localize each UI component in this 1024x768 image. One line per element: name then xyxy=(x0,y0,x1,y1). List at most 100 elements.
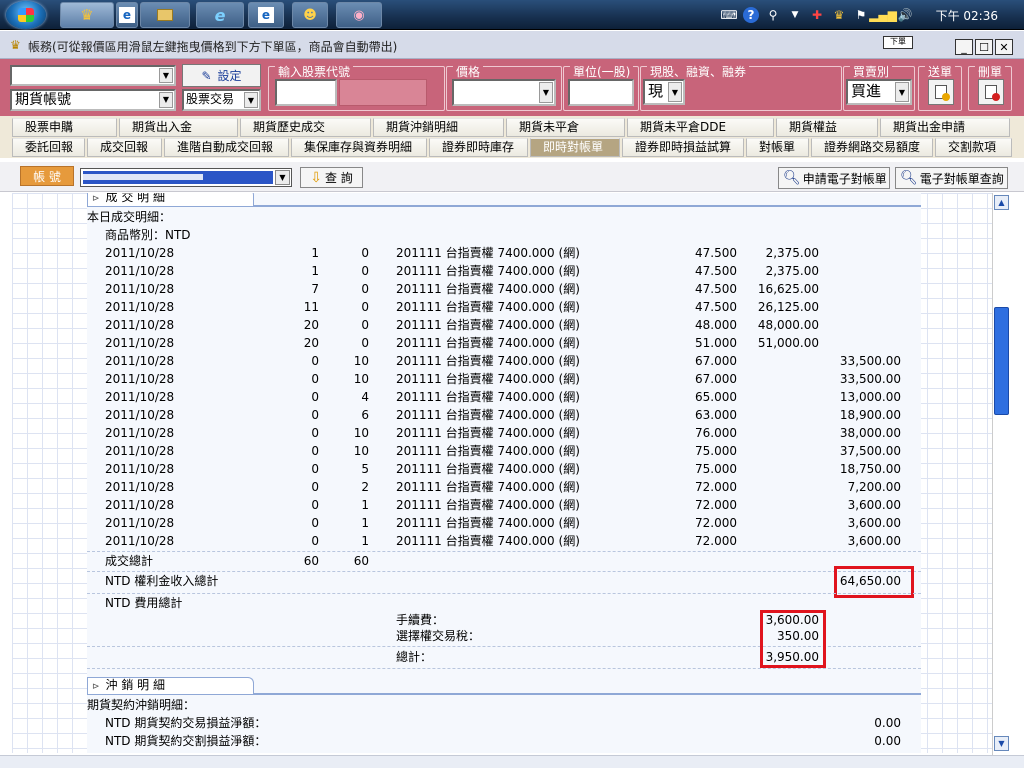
tab-row1-2[interactable]: 期貨出入金 xyxy=(119,118,238,137)
taskbar-folder[interactable] xyxy=(140,2,190,28)
sum-label: 總計： xyxy=(396,650,433,664)
futures-account-select[interactable]: 期貨帳號 ▼ xyxy=(10,89,176,111)
cell-sell: 10 xyxy=(353,444,369,458)
cell-sell: 2 xyxy=(361,480,369,494)
cell-recv: 3,600.00 xyxy=(847,516,901,530)
tab-row2-2[interactable]: 成交回報 xyxy=(87,138,162,157)
clock[interactable]: 下午 02:36 xyxy=(936,7,998,24)
scroll-up-icon[interactable]: ▲ xyxy=(994,195,1009,210)
scroll-down-icon[interactable]: ▼ xyxy=(994,736,1009,751)
tab-row2-5[interactable]: 證券即時庫存 xyxy=(429,138,528,157)
mini-order-icon[interactable]: 下單 xyxy=(883,36,913,49)
keyboard-icon[interactable]: ⌨ xyxy=(720,7,737,23)
tab-row1-7[interactable]: 期貨權益 xyxy=(776,118,878,137)
tab-row1-4[interactable]: 期貨沖銷明細 xyxy=(373,118,504,137)
account-combo-selected xyxy=(83,171,273,184)
unit-input[interactable] xyxy=(568,79,634,106)
cell-date: 2011/10/28 xyxy=(105,408,175,422)
scroll-thumb[interactable] xyxy=(994,307,1009,415)
stock-code-input[interactable] xyxy=(275,79,337,106)
taskbar-ie-2[interactable]: e xyxy=(196,2,244,28)
table-row: 2011/10/28 0 6 201111 台指賣權 7400.000 (網) 63.0… xyxy=(87,406,921,424)
apply-e-statement-label: 申請電子對帳單 xyxy=(802,171,887,186)
cell-date: 2011/10/28 xyxy=(105,516,175,530)
trades-section-tab[interactable]: ⊳ 成 交 明 細 xyxy=(87,193,254,206)
cell-recv: 3,600.00 xyxy=(847,534,901,548)
flag-icon[interactable]: ⚑ xyxy=(853,7,869,23)
tab-row2-3[interactable]: 進階自動成交回報 xyxy=(164,138,289,157)
table-row: 2011/10/28 20 0 201111 台指賣權 7400.000 (網) 51.… xyxy=(87,334,921,352)
tab-row1-5[interactable]: 期貨未平倉 xyxy=(506,118,625,137)
search-icon: 🔍︎ xyxy=(900,170,918,186)
cell-date: 2011/10/28 xyxy=(105,318,175,332)
vertical-scrollbar[interactable]: ▲ ▼ xyxy=(992,193,1010,755)
statement-content[interactable]: ⊳ 成 交 明 細 本日成交明細： 商品幣別：NTD 2011/10/28 1 0 20… xyxy=(12,193,992,753)
dropdown-icon[interactable]: ▼ xyxy=(787,7,803,23)
trades-section-title: 成 交 明 細 xyxy=(105,193,165,204)
tab-row2-1[interactable]: 委託回報 xyxy=(12,138,85,157)
close-button[interactable]: ✕ xyxy=(995,39,1013,55)
trade-type-select[interactable]: 股票交易 ▼ xyxy=(182,89,261,111)
crown-icon: ♛ xyxy=(10,38,21,52)
table-row: 2011/10/28 0 10 201111 台指賣權 7400.000 (網) 67.… xyxy=(87,352,921,370)
cell-price: 47.500 xyxy=(695,264,737,278)
minimize-button[interactable]: _ xyxy=(955,39,973,55)
cash-margin-select[interactable]: 現 ▼ xyxy=(643,79,685,105)
volume-icon[interactable]: 🔊 xyxy=(897,7,913,23)
tab-row1-1[interactable]: 股票申購 xyxy=(12,118,117,137)
side-group: 買賣別 買進 ▼ xyxy=(843,66,915,111)
price-input[interactable]: ▼ xyxy=(452,79,556,106)
cell-buy: 0 xyxy=(311,390,319,404)
apply-e-statement-button[interactable]: 🔍︎ 申請電子對帳單 xyxy=(778,167,890,189)
send-order-button[interactable] xyxy=(928,79,954,105)
tab-row2-9[interactable]: 證券網路交易額度 xyxy=(811,138,933,157)
tab-row2-6[interactable]: 即時對帳單 xyxy=(530,138,620,157)
taskbar-ie-1[interactable]: e xyxy=(116,2,138,28)
tab-row2-10[interactable]: 交割款項 xyxy=(935,138,1012,157)
cell-buy: 1 xyxy=(311,246,319,260)
help-icon[interactable]: ? xyxy=(743,7,759,23)
tab-row2-7[interactable]: 證券即時損益試算 xyxy=(622,138,744,157)
tab-row1-8[interactable]: 期貨出金申請 xyxy=(880,118,1010,137)
tab-row1-6[interactable]: 期貨未平倉DDE xyxy=(627,118,774,137)
taskbar-app-crown[interactable]: ♛ xyxy=(60,2,114,28)
trade-type-label: 股票交易 xyxy=(186,92,235,106)
taskbar-ie-3[interactable]: e xyxy=(248,2,284,28)
cell-recv: 3,600.00 xyxy=(847,498,901,512)
taskbar-app-3[interactable]: ◉ xyxy=(336,2,382,28)
tab-row1-3[interactable]: 期貨歷史成交 xyxy=(240,118,371,137)
side-select[interactable]: 買進 ▼ xyxy=(846,79,912,105)
set-button[interactable]: ✎ 設定 xyxy=(182,64,261,87)
crown-icon[interactable]: ♛ xyxy=(831,7,847,23)
tab-row2-4[interactable]: 集保庫存與資券明細 xyxy=(291,138,427,157)
query-button[interactable]: ⇩ 查 詢 xyxy=(300,167,363,188)
total-label: 成交總計 xyxy=(105,554,154,568)
total-row: 成交總計 60 60 xyxy=(87,552,921,570)
cell-product: 201111 台指賣權 7400.000 (網) xyxy=(396,498,580,512)
cell-date: 2011/10/28 xyxy=(105,498,175,512)
query-e-statement-button[interactable]: 🔍︎ 電子對帳單查詢 xyxy=(895,167,1008,189)
account-combo[interactable]: ▼ xyxy=(80,168,292,187)
taskbar-app-2[interactable]: ☻ xyxy=(292,2,328,28)
today-trades-row: 本日成交明細： xyxy=(87,208,921,226)
account-select-top[interactable]: ▼ xyxy=(10,65,176,86)
offset-section-header: ⊳ 沖 銷 明 細 xyxy=(87,677,921,695)
total-sell: 60 xyxy=(353,554,369,568)
start-button[interactable] xyxy=(6,1,46,29)
cell-product: 201111 台指賣權 7400.000 (網) xyxy=(396,372,580,386)
delete-order-button[interactable] xyxy=(978,79,1004,105)
cell-price: 47.500 xyxy=(695,246,737,260)
maximize-button[interactable]: ☐ xyxy=(975,39,993,55)
offset-section-tab[interactable]: ⊳ 沖 銷 明 細 xyxy=(87,677,254,694)
cell-date: 2011/10/28 xyxy=(105,372,175,386)
usb-icon[interactable]: ⚲ xyxy=(765,7,781,23)
network-app-icon[interactable]: ✚ xyxy=(809,7,825,23)
stock-code-group: 輸入股票代號 xyxy=(268,66,445,111)
mini-order-label: 下單 xyxy=(890,37,906,46)
cash-margin-group: 現股、融資、融券 現 ▼ xyxy=(640,66,842,111)
cell-buy: 1 xyxy=(311,264,319,278)
tab-row2-8[interactable]: 對帳單 xyxy=(746,138,809,157)
chevron-down-icon: ▼ xyxy=(668,82,682,102)
signal-icon[interactable]: ▂▄▆ xyxy=(869,7,897,23)
cell-buy: 20 xyxy=(303,336,319,350)
